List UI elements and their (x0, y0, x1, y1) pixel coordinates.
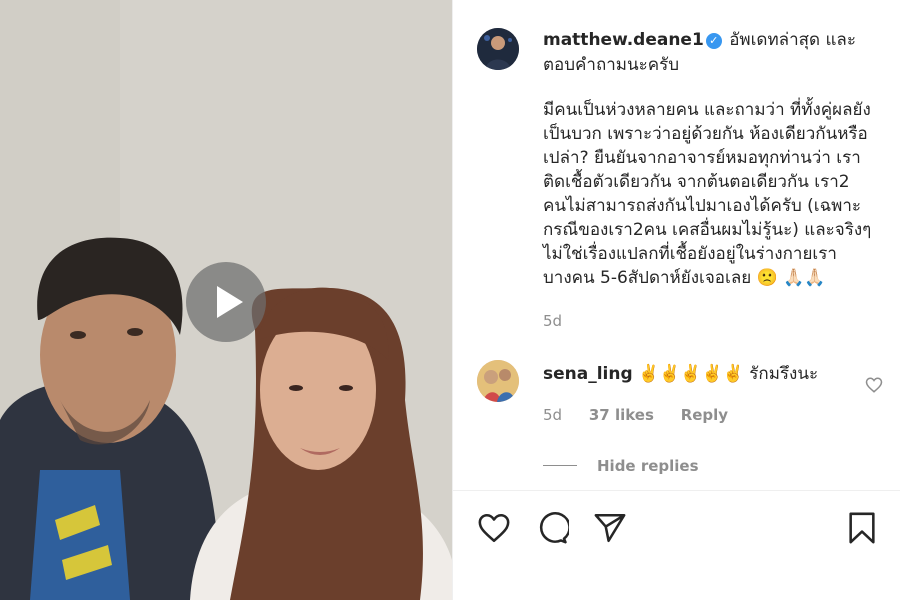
author-avatar[interactable] (477, 28, 519, 70)
hide-replies-label: Hide replies (597, 457, 699, 475)
comment-meta: 5d 37 likes Reply (543, 406, 750, 424)
comment-age[interactable]: 5d (543, 406, 562, 424)
verified-badge-icon: ✓ (705, 33, 722, 49)
hide-replies-button[interactable]: Hide replies (543, 457, 699, 475)
comment-like-heart-icon[interactable] (865, 376, 883, 394)
bookmark-icon[interactable] (845, 511, 879, 545)
comment-item: sena_ling ✌️✌️✌️✌️✌️ รักมรึงนะ (543, 362, 843, 386)
post-sidebar: matthew.deane1 ✓ อัพเดทล่าสุด และตอบคำถาม… (452, 0, 900, 601)
paper-plane-icon[interactable] (593, 511, 627, 545)
comment-likes[interactable]: 37 likes (589, 406, 654, 424)
commenter-username[interactable]: sena_ling (543, 364, 633, 384)
action-bar (453, 490, 900, 601)
video-player[interactable] (0, 0, 452, 600)
play-button[interactable] (186, 262, 266, 342)
liked-by-cropped-text (475, 561, 480, 575)
commenter-avatar[interactable] (477, 360, 519, 402)
caption-body: มีคนเป็นห่วงหลายคน และถามว่า ที่ทั้งคู่ผ… (543, 100, 872, 288)
comment-text: ✌️✌️✌️✌️✌️ รักมรึงนะ (638, 364, 819, 384)
instagram-post-view: matthew.deane1 ✓ อัพเดทล่าสุด และตอบคำถาม… (0, 0, 900, 601)
reply-button[interactable]: Reply (681, 406, 728, 424)
play-icon (217, 286, 243, 318)
commenter-avatar-image (477, 360, 519, 402)
comment-icon[interactable] (535, 511, 569, 545)
author-username[interactable]: matthew.deane1 (543, 30, 704, 50)
post-age[interactable]: 5d (543, 312, 562, 330)
author-avatar-image (477, 28, 519, 70)
heart-icon[interactable] (477, 511, 511, 545)
hide-replies-line (543, 465, 577, 466)
caption-header: matthew.deane1 ✓ อัพเดทล่าสุด และตอบคำถาม… (543, 28, 883, 78)
